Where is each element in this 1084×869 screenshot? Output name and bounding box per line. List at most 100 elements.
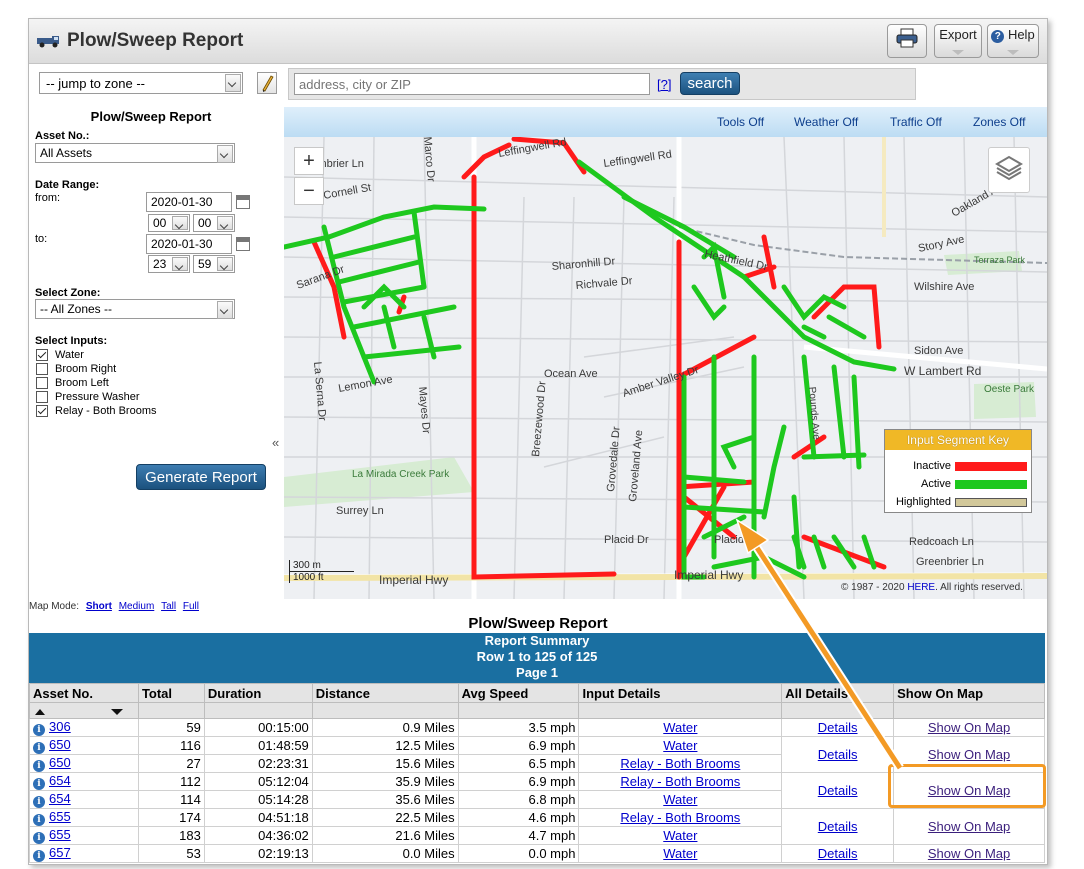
from-minute-select[interactable]: 00 (193, 214, 235, 232)
checkbox-water[interactable] (36, 349, 48, 361)
inputs-label: Select Inputs: (35, 335, 108, 347)
info-icon[interactable]: i (33, 814, 45, 826)
asset-link[interactable]: 655 (49, 809, 71, 824)
details-link[interactable]: Details (818, 747, 858, 762)
map-canvas: Greenbrier Ln Leffingwell Rd Leffingwell… (284, 137, 1047, 599)
info-icon[interactable]: i (33, 742, 45, 754)
to-minute-select[interactable]: 59 (193, 255, 235, 273)
from-date-input[interactable]: 2020-01-30 (146, 192, 232, 212)
input-label: Pressure Washer (55, 391, 140, 403)
column-header[interactable]: Input Details (578, 683, 783, 703)
show-on-map-link[interactable]: Show On Map (928, 846, 1010, 861)
layers-icon (995, 155, 1023, 181)
input-details-link[interactable]: Water (663, 846, 697, 861)
sort-down-icon[interactable] (110, 709, 123, 715)
input-details-link[interactable]: Water (663, 792, 697, 807)
map-layers-button[interactable] (988, 147, 1030, 193)
address-input[interactable] (294, 73, 650, 95)
to-date-input[interactable]: 2020-01-30 (146, 234, 232, 254)
app-header: Plow/Sweep Report Export ? Help (29, 19, 1047, 64)
search-help-link[interactable]: [?] (657, 77, 671, 92)
street-label: Placid Dr (714, 534, 759, 546)
report-window: Plow/Sweep Report Export ? Help -- jump … (28, 18, 1048, 865)
asset-link[interactable]: 306 (49, 719, 71, 734)
info-icon[interactable]: i (33, 724, 45, 736)
street-label: Surrey Ln (336, 505, 384, 517)
column-header[interactable]: Total (137, 683, 205, 703)
info-icon[interactable]: i (33, 778, 45, 790)
asset-link[interactable]: 654 (49, 791, 71, 806)
column-header[interactable]: Show On Map (893, 683, 1045, 703)
info-icon[interactable]: i (33, 760, 45, 772)
export-label: Export (939, 27, 977, 42)
show-on-map-link[interactable]: Show On Map (928, 747, 1010, 762)
column-header[interactable]: Distance (311, 683, 459, 703)
calendar-icon[interactable] (236, 237, 250, 251)
map-mode-short-link[interactable]: Short (86, 601, 112, 612)
column-header[interactable]: Asset No. (29, 683, 139, 703)
tools-toggle[interactable]: Tools Off (717, 115, 764, 129)
details-link[interactable]: Details (818, 720, 858, 735)
from-hour-select[interactable]: 00 (148, 214, 190, 232)
map-mode-medium-link[interactable]: Medium (119, 601, 155, 612)
asset-link[interactable]: 650 (49, 737, 71, 752)
traffic-toggle[interactable]: Traffic Off (890, 115, 942, 129)
checkbox-relay-both-brooms[interactable] (36, 405, 48, 417)
column-header[interactable]: All Details (781, 683, 895, 703)
input-details-link[interactable]: Water (663, 828, 697, 843)
input-details-link[interactable]: Water (663, 720, 697, 735)
search-button[interactable]: search (680, 72, 740, 95)
legend-highlighted-label: Highlighted (895, 496, 951, 508)
street-label: W Lambert Rd (904, 364, 981, 378)
chevron-down-icon (172, 257, 188, 271)
zones-toggle[interactable]: Zones Off (973, 115, 1025, 129)
map-mode-full-link[interactable]: Full (183, 601, 199, 612)
weather-toggle[interactable]: Weather Off (794, 115, 858, 129)
report-options-panel: Plow/Sweep Report Asset No.: All Assets … (29, 107, 279, 599)
input-details-link[interactable]: Relay - Both Brooms (620, 774, 740, 789)
here-link[interactable]: HERE (907, 582, 935, 593)
info-icon[interactable]: i (33, 832, 45, 844)
column-header[interactable]: Avg Speed (457, 683, 580, 703)
details-link[interactable]: Details (818, 846, 858, 861)
details-link[interactable]: Details (818, 783, 858, 798)
checkbox-pressure-washer[interactable] (36, 391, 48, 403)
street-label: Wilshire Ave (914, 281, 974, 293)
chevron-down-icon (172, 216, 188, 230)
asset-link[interactable]: 657 (49, 845, 71, 860)
chevron-down-icon (217, 216, 233, 230)
show-on-map-link[interactable]: Show On Map (928, 819, 1010, 834)
asset-link[interactable]: 654 (49, 773, 71, 788)
info-icon[interactable]: i (33, 796, 45, 808)
export-button[interactable]: Export (934, 24, 982, 58)
map-view[interactable]: Tools Off Weather Off Traffic Off Zones … (284, 107, 1047, 599)
collapse-panel-icon[interactable]: « (272, 435, 279, 450)
details-link[interactable]: Details (818, 819, 858, 834)
asset-link[interactable]: 655 (49, 827, 71, 842)
chevron-down-icon (952, 50, 964, 55)
zoom-out-button[interactable]: − (294, 177, 324, 205)
segment-key-legend: Input Segment Key Inactive Active Highli… (884, 429, 1032, 513)
zone-select[interactable]: -- All Zones -- (35, 299, 235, 319)
help-button[interactable]: ? Help (987, 24, 1039, 58)
checkbox-broom-left[interactable] (36, 377, 48, 389)
input-details-link[interactable]: Water (663, 738, 697, 753)
column-header[interactable]: Duration (203, 683, 313, 703)
asset-select[interactable]: All Assets (35, 143, 235, 163)
info-icon[interactable]: i (33, 850, 45, 862)
checkbox-broom-right[interactable] (36, 363, 48, 375)
print-button[interactable] (887, 24, 927, 58)
jump-to-zone-select[interactable]: -- jump to zone -- (39, 72, 243, 94)
sort-top-icon[interactable] (35, 709, 45, 715)
show-on-map-link[interactable]: Show On Map (928, 720, 1010, 735)
generate-report-button[interactable]: Generate Report (136, 464, 266, 490)
zoom-in-button[interactable]: + (294, 147, 324, 175)
to-hour-select[interactable]: 23 (148, 255, 190, 273)
sort-row (29, 702, 1045, 719)
calendar-icon[interactable] (236, 195, 250, 209)
edit-zone-button[interactable] (257, 72, 277, 94)
input-details-link[interactable]: Relay - Both Brooms (620, 810, 740, 825)
asset-link[interactable]: 650 (49, 755, 71, 770)
input-details-link[interactable]: Relay - Both Brooms (620, 756, 740, 771)
map-mode-tall-link[interactable]: Tall (161, 601, 176, 612)
